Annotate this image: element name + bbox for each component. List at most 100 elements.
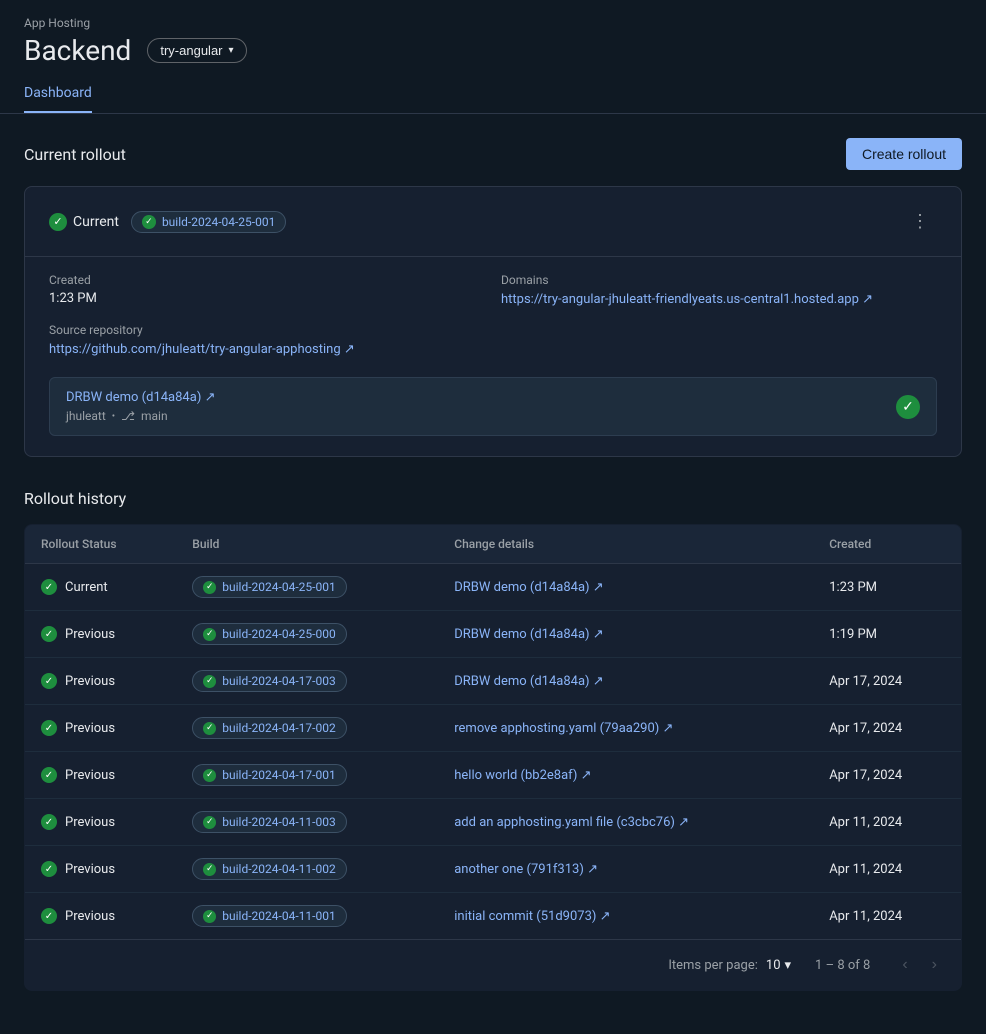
row-check-icon: ✓: [41, 767, 57, 783]
created-cell: 1:19 PM: [813, 611, 961, 658]
next-page-button[interactable]: ›: [924, 952, 945, 978]
change-link[interactable]: add an apphosting.yaml file (c3cbc76) ↗: [454, 815, 689, 830]
created-value: 1:23 PM: [49, 291, 485, 306]
more-options-button[interactable]: ⋮: [903, 207, 937, 236]
change-cell: another one (791f313) ↗: [438, 846, 813, 893]
change-cell: initial commit (51d9073) ↗: [438, 893, 813, 940]
domains-section: Domains https://try-angular-jhuleatt-fri…: [501, 273, 937, 307]
pagination: Items per page: 10 ▾ 1 – 8 of 8 ‹ ›: [25, 939, 961, 990]
change-link[interactable]: hello world (bb2e8af) ↗: [454, 768, 591, 783]
items-per-page-label: Items per page:: [668, 958, 758, 973]
row-status-label: Previous: [65, 862, 115, 877]
table-row: ✓ Previous ✓build-2024-04-25-000 DRBW demo …: [25, 611, 962, 658]
table-body: ✓ Current ✓ build-2024-04-25-001 DRBW demo (…: [25, 564, 962, 940]
build-cell: ✓build-2024-04-11-003: [176, 799, 438, 846]
change-link[interactable]: remove apphosting.yaml (79aa290) ↗: [454, 721, 673, 736]
change-link[interactable]: another one (791f313) ↗: [454, 862, 598, 877]
build-cell: ✓build-2024-04-17-001: [176, 752, 438, 799]
card-header: ✓ Current ✓ build-2024-04-25-001 ⋮: [49, 207, 937, 236]
branch-name: try-angular: [160, 43, 222, 58]
build-row-check-icon: ✓: [203, 581, 216, 594]
change-link[interactable]: DRBW demo (d14a84a) ↗: [454, 674, 603, 689]
build-label: build-2024-04-11-001: [222, 909, 335, 923]
created-cell: Apr 11, 2024: [813, 799, 961, 846]
build-label: build-2024-04-17-002: [222, 721, 335, 735]
per-page-chevron: ▾: [785, 958, 792, 973]
build-id: build-2024-04-25-001: [162, 215, 275, 229]
domains-link[interactable]: https://try-angular-jhuleatt-friendlyeat…: [501, 292, 873, 307]
build-row-check-icon: ✓: [203, 863, 216, 876]
created-cell: Apr 17, 2024: [813, 658, 961, 705]
dot-separator: •: [112, 411, 115, 422]
row-check-icon: ✓: [41, 861, 57, 877]
row-status-label: Previous: [65, 909, 115, 924]
source-repo-label: Source repository: [49, 323, 485, 337]
branch-icon: ⎇: [121, 409, 135, 423]
created-section: Created 1:23 PM: [49, 273, 485, 307]
build-cell: ✓build-2024-04-17-003: [176, 658, 438, 705]
row-status-label: Current: [65, 580, 108, 595]
rollout-history-title: Rollout history: [24, 489, 962, 508]
change-link[interactable]: DRBW demo (d14a84a) ↗: [454, 627, 603, 642]
status-cell: ✓Previous: [25, 893, 177, 940]
change-cell: add an apphosting.yaml file (c3cbc76) ↗: [438, 799, 813, 846]
created-label: Created: [49, 273, 485, 287]
build-row-check-icon: ✓: [203, 628, 216, 641]
col-created: Created: [813, 525, 961, 564]
row-status-label: Previous: [65, 721, 115, 736]
build-row-check-icon: ✓: [203, 769, 216, 782]
row-check-icon: ✓: [41, 673, 57, 689]
source-repo-section: Source repository https://github.com/jhu…: [49, 323, 485, 357]
created-cell: Apr 11, 2024: [813, 893, 961, 940]
change-link[interactable]: initial commit (51d9073) ↗: [454, 909, 610, 924]
created-cell: Apr 17, 2024: [813, 752, 961, 799]
row-check-icon: ✓: [41, 720, 57, 736]
prev-page-button[interactable]: ‹: [894, 952, 915, 978]
domains-label: Domains: [501, 273, 937, 287]
card-meta: Created 1:23 PM Domains https://try-angu…: [49, 273, 937, 357]
card-header-left: ✓ Current ✓ build-2024-04-25-001: [49, 211, 286, 233]
table-row: ✓ Previous ✓ build-2024-04-11-002 another on…: [25, 846, 962, 893]
build-cell: ✓ build-2024-04-11-002: [176, 846, 438, 893]
build-row-check-icon: ✓: [203, 675, 216, 688]
build-cell: ✓build-2024-04-25-000: [176, 611, 438, 658]
status-cell: ✓ Current: [25, 564, 177, 611]
chevron-down-icon: ▾: [229, 45, 234, 56]
tab-dashboard[interactable]: Dashboard: [24, 75, 92, 113]
build-label: build-2024-04-11-002: [222, 862, 335, 876]
row-status-label: Previous: [65, 768, 115, 783]
table-head: Rollout Status Build Change details Crea…: [25, 525, 962, 564]
change-cell: hello world (bb2e8af) ↗: [438, 752, 813, 799]
branch-selector[interactable]: try-angular ▾: [147, 38, 246, 63]
commit-link[interactable]: DRBW demo (d14a84a) ↗: [66, 390, 215, 405]
build-label: build-2024-04-25-001: [222, 580, 335, 594]
tabs: Dashboard: [24, 75, 962, 113]
commit-check-icon: ✓: [896, 395, 920, 419]
per-page-select[interactable]: 10 ▾: [766, 958, 791, 973]
build-badge: ✓ build-2024-04-25-001: [131, 211, 286, 233]
rollout-history-section: Rollout history Rollout Status Build Cha…: [24, 489, 962, 991]
row-check-icon: ✓: [41, 626, 57, 642]
status-cell: ✓Previous: [25, 658, 177, 705]
row-check-icon: ✓: [41, 579, 57, 595]
table-row: ✓Previous✓build-2024-04-11-003 add an app…: [25, 799, 962, 846]
items-per-page: Items per page: 10 ▾: [668, 958, 791, 973]
change-cell: DRBW demo (d14a84a) ↗: [438, 564, 813, 611]
change-cell: DRBW demo (d14a84a) ↗: [438, 611, 813, 658]
commit-user: jhuleatt: [66, 409, 106, 423]
row-status-label: Previous: [65, 815, 115, 830]
created-cell: Apr 11, 2024: [813, 846, 961, 893]
source-repo-link[interactable]: https://github.com/jhuleatt/try-angular-…: [49, 342, 355, 357]
current-status-badge: ✓ Current: [49, 213, 119, 231]
rollout-history-table: Rollout Status Build Change details Crea…: [24, 524, 962, 991]
main-content: Current rollout Create rollout ✓ Current…: [0, 114, 986, 1015]
status-cell: ✓Previous: [25, 799, 177, 846]
build-cell: ✓ build-2024-04-25-001: [176, 564, 438, 611]
change-link[interactable]: DRBW demo (d14a84a) ↗: [454, 580, 603, 595]
commit-info: DRBW demo (d14a84a) ↗ jhuleatt • ⎇ main: [66, 390, 215, 423]
create-rollout-button[interactable]: Create rollout: [846, 138, 962, 170]
build-row-check-icon: ✓: [203, 910, 216, 923]
row-status-label: Previous: [65, 627, 115, 642]
table-row: ✓ Current ✓ build-2024-04-25-001 DRBW demo (…: [25, 564, 962, 611]
table-row: ✓Previous✓build-2024-04-17-002remove app…: [25, 705, 962, 752]
